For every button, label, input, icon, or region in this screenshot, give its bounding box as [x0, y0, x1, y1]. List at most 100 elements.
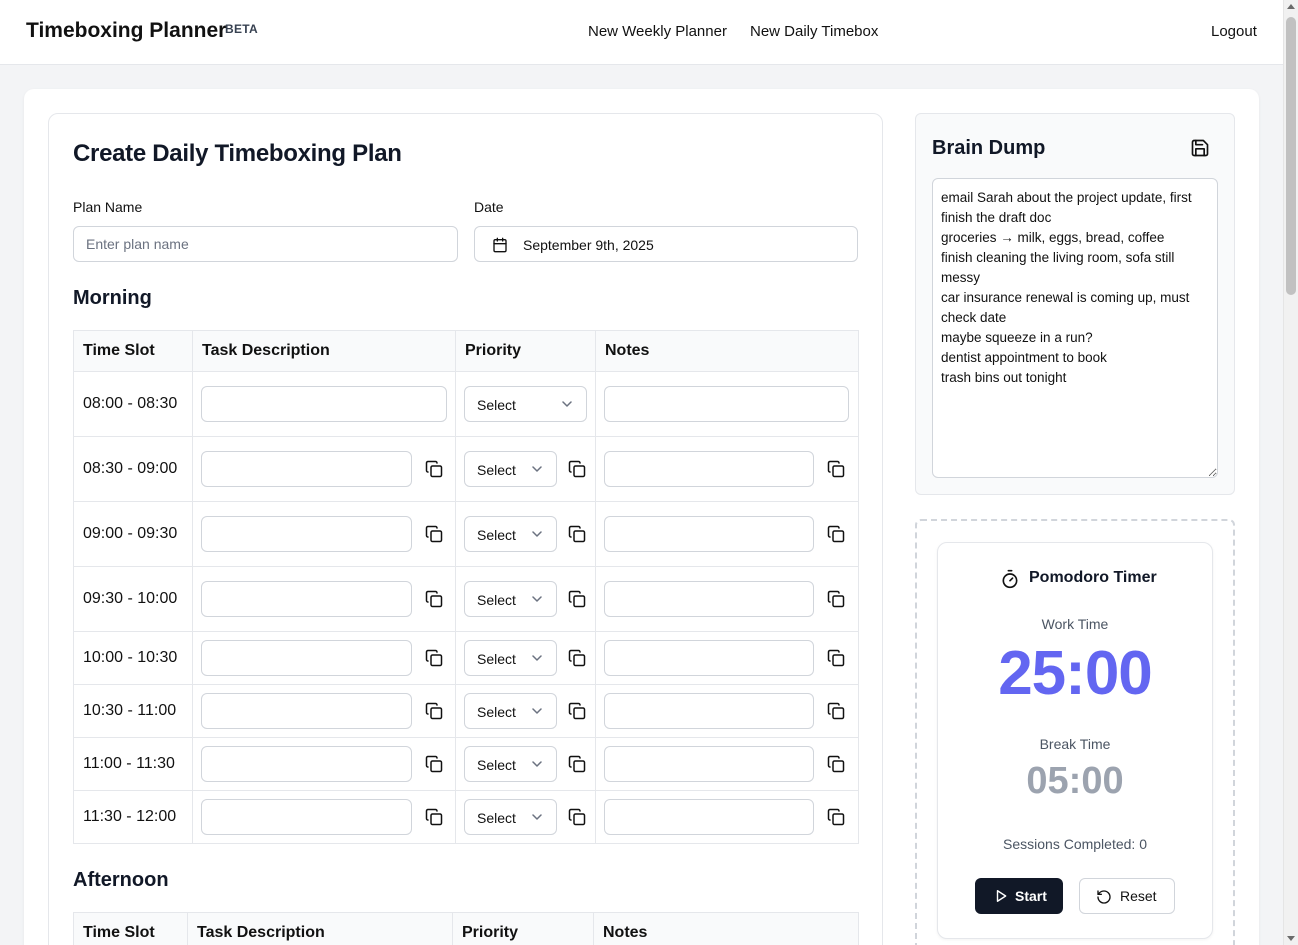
task-cell: [192, 436, 456, 502]
break-time-label: Break Time: [1039, 736, 1111, 752]
copy-icon[interactable]: [568, 460, 586, 478]
header-time-slot: Time Slot: [73, 330, 193, 372]
work-time-label: Work Time: [1041, 616, 1109, 632]
task-cell: [192, 631, 456, 685]
table-row: 10:30 - 11:00 Select: [73, 684, 859, 738]
copy-icon[interactable]: [827, 460, 845, 478]
table-row: 08:30 - 09:00 Select: [73, 436, 859, 502]
header-priority: Priority: [452, 912, 594, 945]
copy-icon[interactable]: [827, 525, 845, 543]
afternoon-table: Time Slot Task Description Priority Note…: [73, 912, 859, 945]
copy-icon[interactable]: [425, 649, 443, 667]
header-priority: Priority: [455, 330, 596, 372]
task-input[interactable]: [201, 746, 412, 782]
logout-link[interactable]: Logout: [1211, 23, 1257, 40]
morning-table: Time Slot Task Description Priority Note…: [73, 330, 859, 844]
task-input[interactable]: [201, 516, 412, 552]
priority-cell: Select: [455, 631, 596, 685]
notes-input[interactable]: [604, 640, 814, 676]
priority-select-value: Select: [477, 704, 516, 720]
priority-select[interactable]: Select: [464, 516, 557, 552]
task-input[interactable]: [201, 581, 412, 617]
table-row: 10:00 - 10:30 Select: [73, 631, 859, 685]
reset-button[interactable]: Reset: [1079, 878, 1175, 914]
save-icon[interactable]: [1190, 138, 1210, 158]
notes-input[interactable]: [604, 581, 814, 617]
task-input[interactable]: [201, 386, 447, 422]
copy-icon[interactable]: [827, 755, 845, 773]
brain-dump-textarea[interactable]: email Sarah about the project update, fi…: [932, 178, 1218, 478]
priority-select[interactable]: Select: [464, 386, 587, 422]
copy-icon[interactable]: [568, 755, 586, 773]
time-slot-cell: 08:30 - 09:00: [73, 436, 193, 502]
task-input[interactable]: [201, 693, 412, 729]
plan-name-label: Plan Name: [73, 199, 143, 215]
time-slot-cell: 11:00 - 11:30: [73, 737, 193, 791]
priority-select-value: Select: [477, 397, 516, 413]
work-time-display: 25:00: [998, 639, 1153, 708]
task-cell: [192, 566, 456, 632]
copy-icon[interactable]: [827, 808, 845, 826]
header-task-description: Task Description: [187, 912, 453, 945]
copy-icon[interactable]: [425, 702, 443, 720]
copy-icon[interactable]: [568, 808, 586, 826]
nav-new-weekly-planner[interactable]: New Weekly Planner: [588, 23, 727, 40]
priority-cell: Select: [455, 501, 596, 567]
copy-icon[interactable]: [827, 702, 845, 720]
table-row: 09:30 - 10:00 Select: [73, 566, 859, 632]
copy-icon[interactable]: [425, 755, 443, 773]
chevron-down-icon: [532, 531, 542, 537]
copy-icon[interactable]: [568, 649, 586, 667]
copy-icon[interactable]: [568, 525, 586, 543]
priority-select[interactable]: Select: [464, 640, 557, 676]
chevron-down-icon: [532, 708, 542, 714]
priority-select[interactable]: Select: [464, 746, 557, 782]
notes-cell: [595, 631, 859, 685]
scroll-down-arrow-icon[interactable]: [1287, 936, 1295, 941]
priority-select[interactable]: Select: [464, 799, 557, 835]
task-input[interactable]: [201, 640, 412, 676]
copy-icon[interactable]: [827, 649, 845, 667]
plan-name-input[interactable]: [73, 226, 458, 262]
priority-cell: Select: [455, 436, 596, 502]
priority-select-value: Select: [477, 810, 516, 826]
notes-input[interactable]: [604, 746, 814, 782]
date-picker-button[interactable]: September 9th, 2025: [474, 226, 858, 262]
notes-input[interactable]: [604, 799, 814, 835]
copy-icon[interactable]: [568, 590, 586, 608]
table-row: 11:30 - 12:00 Select: [73, 790, 859, 844]
pomodoro-title: Pomodoro Timer: [1029, 569, 1157, 586]
priority-select[interactable]: Select: [464, 451, 557, 487]
brand-title[interactable]: Timeboxing Planner: [26, 19, 226, 43]
copy-icon[interactable]: [425, 590, 443, 608]
nav-new-daily-timebox[interactable]: New Daily Timebox: [750, 23, 878, 40]
page-scrollbar[interactable]: [1283, 0, 1298, 945]
start-button[interactable]: Start: [975, 878, 1063, 914]
notes-input[interactable]: [604, 693, 814, 729]
start-button-label: Start: [1015, 888, 1047, 904]
copy-icon[interactable]: [425, 525, 443, 543]
priority-select[interactable]: Select: [464, 693, 557, 729]
priority-select-value: Select: [477, 527, 516, 543]
task-cell: [192, 790, 456, 844]
priority-select[interactable]: Select: [464, 581, 557, 617]
notes-cell: [595, 371, 859, 437]
table-row: 08:00 - 08:30 Select: [73, 371, 859, 437]
header-notes: Notes: [595, 330, 859, 372]
task-input[interactable]: [201, 451, 412, 487]
task-input[interactable]: [201, 799, 412, 835]
calendar-icon: [493, 237, 507, 253]
chevron-down-icon: [562, 401, 572, 407]
copy-icon[interactable]: [568, 702, 586, 720]
priority-cell: Select: [455, 371, 596, 437]
notes-input[interactable]: [604, 386, 849, 422]
copy-icon[interactable]: [827, 590, 845, 608]
task-cell: [192, 371, 456, 437]
notes-input[interactable]: [604, 451, 814, 487]
scroll-up-arrow-icon[interactable]: [1287, 4, 1295, 9]
copy-icon[interactable]: [425, 460, 443, 478]
copy-icon[interactable]: [425, 808, 443, 826]
scrollbar-thumb[interactable]: [1286, 17, 1296, 295]
notes-input[interactable]: [604, 516, 814, 552]
brain-dump-title: Brain Dump: [932, 137, 1046, 159]
